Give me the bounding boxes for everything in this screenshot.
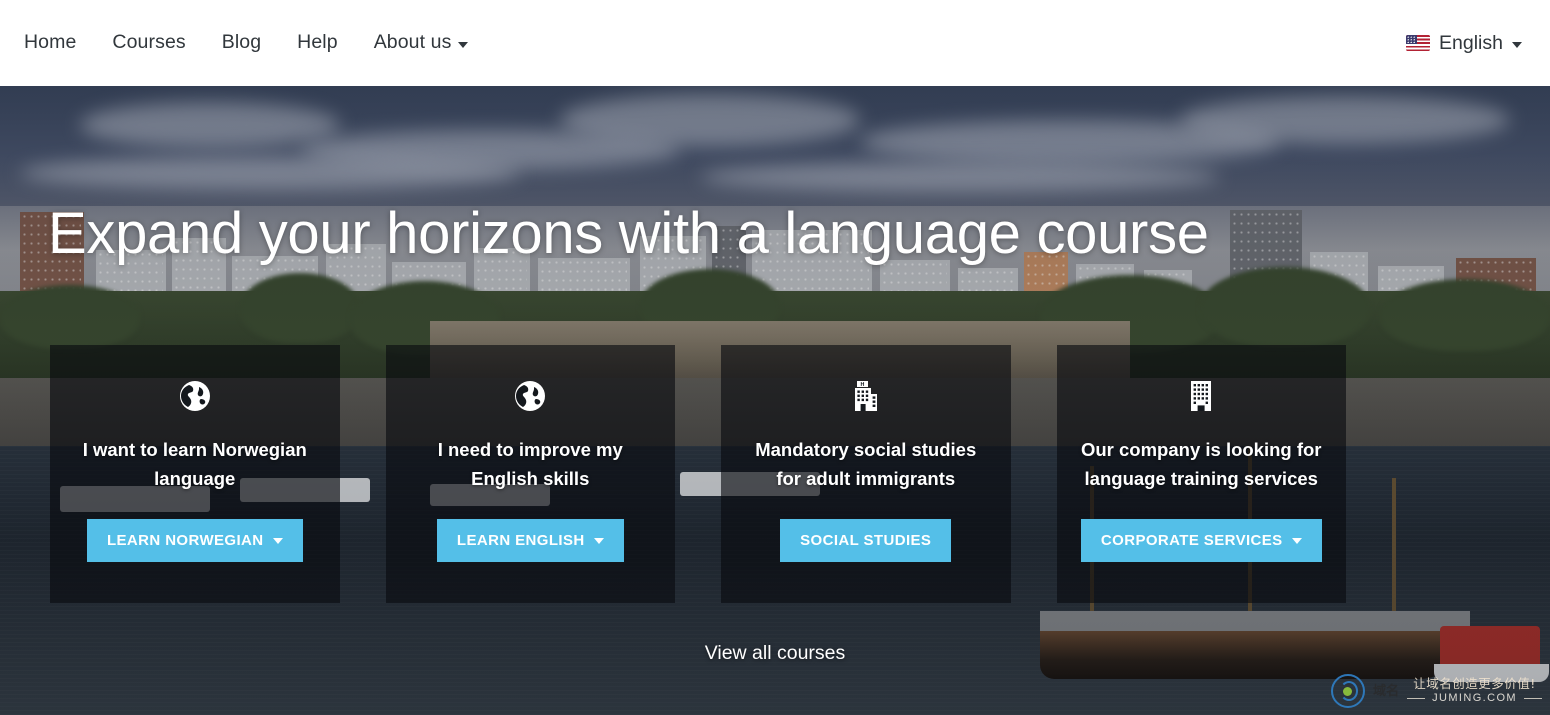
- watermark-domain-row: JUMING.COM: [1407, 693, 1542, 704]
- card-title: I want to learn Norwegian language: [82, 439, 307, 490]
- top-navbar: Home Courses Blog Help About us English: [0, 0, 1550, 86]
- nav-item-blog[interactable]: Blog: [204, 33, 279, 53]
- watermark-domain: JUMING.COM: [1432, 692, 1517, 705]
- language-selector[interactable]: English: [1406, 32, 1550, 55]
- watermark-cjk-mark: 域名: [1373, 683, 1400, 699]
- globe-icon: [513, 379, 547, 413]
- chevron-down-icon: [272, 537, 283, 544]
- nav-item-label: Blog: [221, 31, 262, 54]
- card-title: Our company is looking for language trai…: [1080, 439, 1322, 490]
- card-title: Mandatory social studies for adult immig…: [755, 439, 977, 490]
- card-corporate-services[interactable]: Our company is looking for language trai…: [1056, 345, 1346, 603]
- watermark-text-group: 让域名创造更多价值! JUMING.COM: [1407, 675, 1542, 705]
- chevron-down-icon: [1291, 537, 1302, 544]
- nav-item-about-us[interactable]: About us: [356, 33, 487, 53]
- button-label: LEARN NORWEGIAN: [106, 532, 264, 550]
- chevron-down-icon: [1512, 42, 1522, 48]
- learn-norwegian-button[interactable]: LEARN NORWEGIAN: [86, 519, 303, 563]
- rule-right: [1524, 698, 1542, 700]
- button-label: CORPORATE SERVICES: [1100, 532, 1283, 550]
- juming-logo-icon: [1331, 674, 1366, 708]
- view-all-courses-link[interactable]: View all courses: [0, 642, 1550, 665]
- nav-item-label: Courses: [112, 31, 186, 54]
- nav-item-courses[interactable]: Courses: [94, 33, 203, 53]
- button-label: LEARN ENGLISH: [456, 532, 585, 550]
- card-learn-english[interactable]: I need to improve my English skills LEAR…: [385, 345, 675, 603]
- corporate-services-button[interactable]: CORPORATE SERVICES: [1080, 519, 1322, 563]
- nav-item-home[interactable]: Home: [24, 33, 94, 53]
- language-label: English: [1439, 31, 1503, 54]
- svg-text:H: H: [860, 382, 864, 388]
- primary-nav: Home Courses Blog Help About us: [0, 33, 486, 53]
- nav-item-label: About us: [373, 31, 452, 54]
- chevron-down-icon: [593, 537, 604, 544]
- card-learn-norwegian[interactable]: I want to learn Norwegian language LEARN…: [50, 345, 340, 603]
- nav-item-help[interactable]: Help: [279, 33, 356, 53]
- rule-left: [1407, 698, 1426, 700]
- juming-watermark: 域名 让域名创造更多价值! JUMING.COM: [1331, 671, 1542, 711]
- us-flag-icon: [1406, 35, 1431, 51]
- learn-english-button[interactable]: LEARN ENGLISH: [436, 519, 624, 563]
- nav-item-label: Help: [297, 31, 338, 54]
- card-social-studies[interactable]: H Mandatory social studies for adult imm…: [721, 345, 1011, 603]
- card-title: I need to improve my English skills: [437, 439, 623, 490]
- hero-section: Expand your horizons with a language cou…: [0, 86, 1550, 715]
- course-cards: I want to learn Norwegian language LEARN…: [50, 345, 1346, 603]
- chevron-down-icon: [458, 42, 469, 48]
- globe-icon: [178, 379, 212, 413]
- hero-title: Expand your horizons with a language cou…: [48, 201, 1209, 266]
- social-studies-button[interactable]: SOCIAL STUDIES: [780, 519, 952, 563]
- institution-building-icon: H: [849, 379, 883, 413]
- button-label: SOCIAL STUDIES: [800, 532, 932, 550]
- office-building-icon: [1184, 379, 1218, 413]
- watermark-slogan: 让域名创造更多价值!: [1413, 675, 1536, 691]
- nav-item-label: Home: [24, 31, 77, 54]
